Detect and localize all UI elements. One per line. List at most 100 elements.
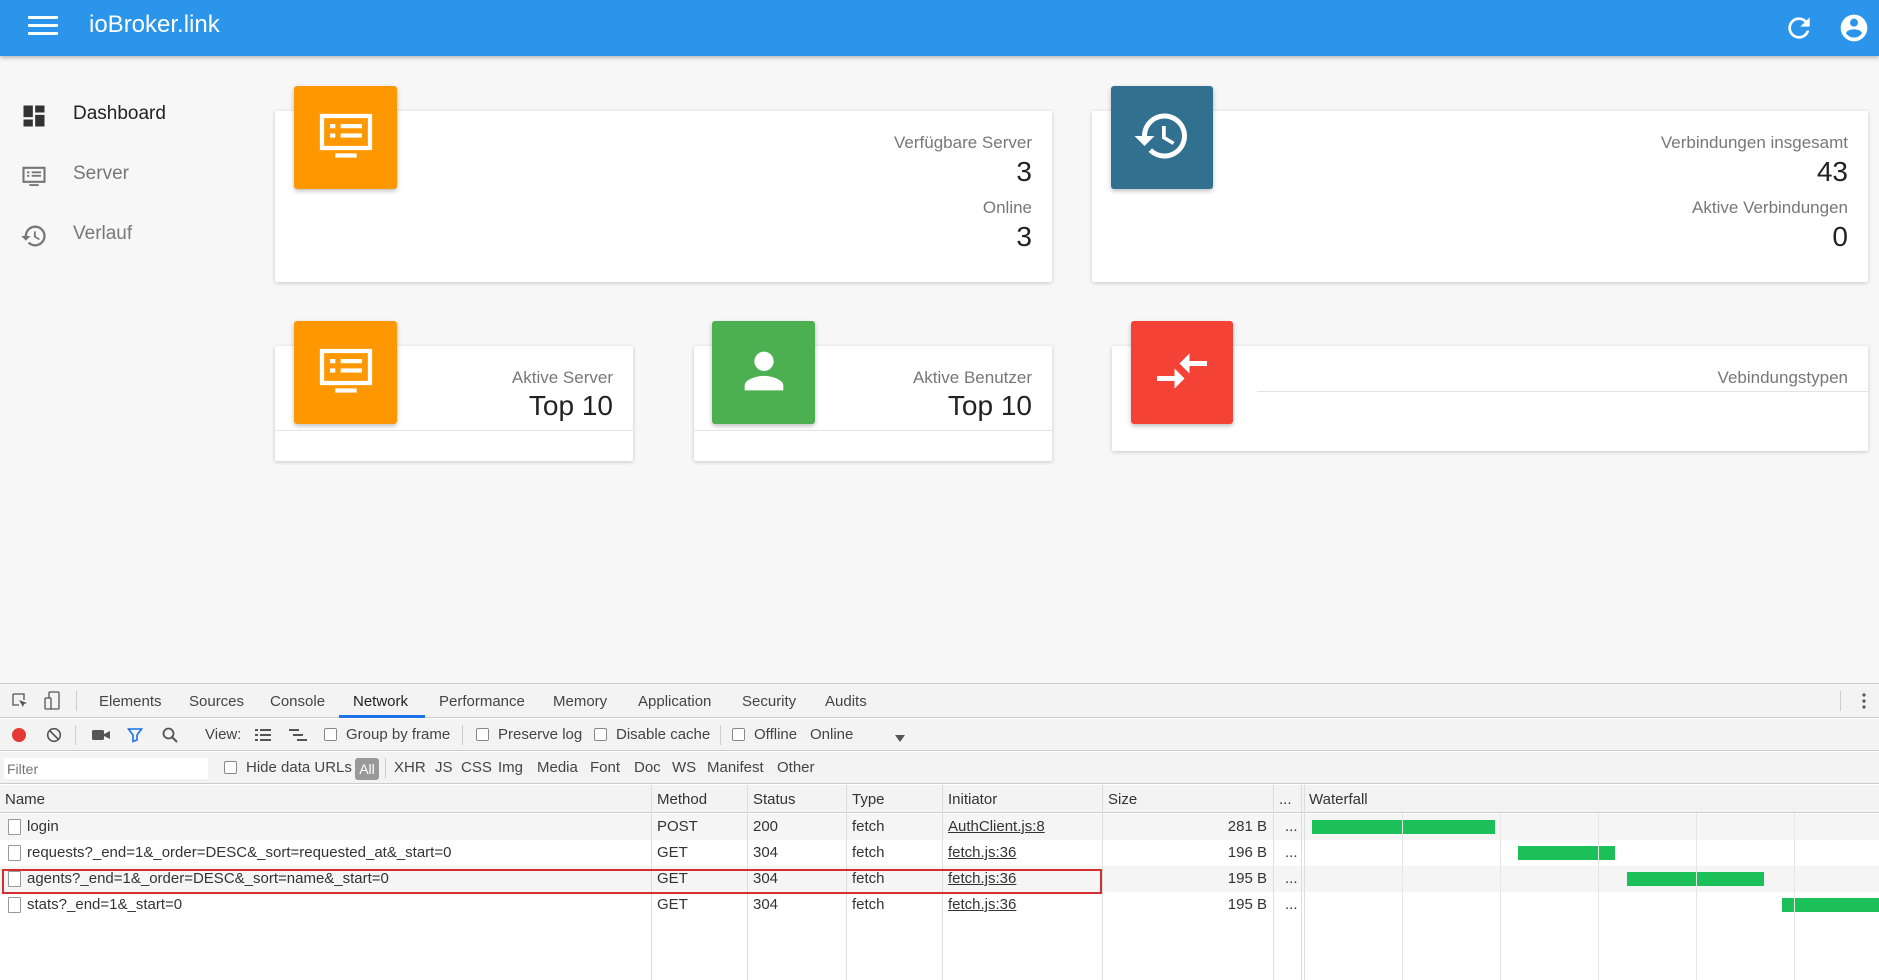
active-connections-label: Aktive Verbindungen	[1692, 198, 1848, 217]
filter-type-other[interactable]: Other	[777, 759, 815, 776]
history-icon	[1132, 106, 1192, 170]
person-icon	[735, 342, 793, 404]
clear-icon[interactable]	[46, 727, 62, 747]
total-connections-label: Verbindungen insgesamt	[1660, 133, 1848, 152]
filter-type-manifest[interactable]: Manifest	[707, 759, 764, 776]
filter-type-img[interactable]: Img	[498, 759, 523, 776]
devtools-tab-bar: Elements Sources Console Network Perform…	[0, 684, 1879, 718]
column-header-more[interactable]: ...	[1279, 791, 1292, 808]
network-toolbar: View: Group by frame Preserve log Disabl…	[0, 719, 1879, 751]
divider	[720, 725, 721, 745]
cell-initiator[interactable]: AuthClient.js:8	[948, 818, 1045, 835]
column-header-initiator[interactable]: Initiator	[948, 791, 997, 808]
filter-type-ws[interactable]: WS	[672, 759, 696, 776]
column-divider	[651, 785, 652, 980]
throttling-select[interactable]: Online	[810, 722, 910, 746]
sidebar-item-dashboard[interactable]: Dashboard	[0, 89, 250, 141]
tab-sources[interactable]: Sources	[189, 693, 244, 710]
column-divider	[747, 785, 748, 980]
device-toolbar-icon[interactable]	[44, 691, 62, 715]
column-header-waterfall[interactable]: Waterfall	[1309, 791, 1368, 808]
cell-type: fetch	[852, 818, 885, 835]
cell-status: 304	[753, 870, 779, 887]
tab-network[interactable]: Network	[353, 693, 408, 710]
document-icon	[8, 897, 21, 913]
screenshot-icon[interactable]	[92, 728, 110, 746]
filter-type-all[interactable]: All	[355, 758, 379, 780]
waterfall-bar	[1781, 898, 1879, 912]
available-servers-value: 3	[1016, 156, 1032, 187]
active-servers-value: Top 10	[528, 390, 613, 421]
refresh-icon[interactable]	[1783, 12, 1815, 44]
cell-initiator[interactable]: fetch.js:36	[948, 870, 1016, 887]
divider	[1840, 691, 1841, 711]
sidebar-item-label: Verlauf	[73, 223, 133, 244]
disable-cache-checkbox[interactable]	[594, 728, 607, 741]
filter-type-css[interactable]: CSS	[461, 759, 492, 776]
menu-icon[interactable]	[28, 16, 58, 40]
account-icon[interactable]	[1838, 12, 1870, 44]
group-by-frame-checkbox[interactable]	[324, 728, 337, 741]
tab-memory[interactable]: Memory	[553, 693, 607, 710]
group-by-frame-label: Group by frame	[346, 726, 451, 743]
cell-name: requests?_end=1&_order=DESC&_sort=reques…	[27, 844, 452, 861]
sidebar-item-server[interactable]: Server	[0, 149, 250, 201]
card-divider	[1257, 391, 1868, 392]
filter-type-doc[interactable]: Doc	[634, 759, 661, 776]
record-icon[interactable]	[11, 727, 27, 747]
hide-data-urls-checkbox[interactable]	[224, 761, 237, 774]
total-connections-value: 43	[1816, 156, 1848, 187]
column-header-method[interactable]: Method	[657, 791, 707, 808]
cell-initiator[interactable]: fetch.js:36	[948, 896, 1016, 913]
cell-initiator[interactable]: fetch.js:36	[948, 844, 1016, 861]
column-divider	[846, 785, 847, 980]
cell-name: stats?_end=1&_start=0	[27, 896, 183, 913]
tab-console[interactable]: Console	[270, 693, 325, 710]
column-header-status[interactable]: Status	[753, 791, 796, 808]
more-options-icon[interactable]	[1861, 692, 1867, 714]
tab-security[interactable]: Security	[742, 693, 796, 710]
cell-name: login	[27, 818, 59, 835]
active-users-label: Aktive Benutzer	[912, 368, 1032, 387]
inspect-element-icon[interactable]	[11, 692, 29, 714]
search-icon[interactable]	[162, 727, 178, 747]
large-rows-icon[interactable]	[255, 728, 271, 746]
cell-size: 195 B	[1227, 896, 1267, 913]
column-header-size[interactable]: Size	[1108, 791, 1137, 808]
cell-type: fetch	[852, 844, 885, 861]
cell-more: ...	[1285, 844, 1298, 861]
cell-method: GET	[657, 844, 688, 861]
server-icon	[314, 104, 378, 172]
app-title: ioBroker.link	[89, 11, 220, 38]
cell-more: ...	[1285, 818, 1298, 835]
sidebar-item-verlauf[interactable]: Verlauf	[0, 209, 250, 261]
filter-type-media[interactable]: Media	[537, 759, 578, 776]
offline-checkbox[interactable]	[732, 728, 745, 741]
filter-type-font[interactable]: Font	[590, 759, 620, 776]
overview-icon[interactable]	[289, 728, 307, 746]
tab-audits[interactable]: Audits	[825, 693, 867, 710]
online-servers-label: Online	[982, 198, 1032, 217]
filter-bar: Hide data URLs All XHR JS CSS Img Media …	[0, 752, 1879, 784]
preserve-log-checkbox[interactable]	[476, 728, 489, 741]
document-icon	[8, 845, 21, 861]
tab-performance[interactable]: Performance	[439, 693, 525, 710]
waterfall-gridline	[1696, 813, 1697, 980]
column-header-name[interactable]: Name	[5, 791, 45, 808]
filter-icon[interactable]	[126, 727, 144, 747]
tab-application[interactable]: Application	[638, 693, 711, 710]
filter-input[interactable]	[4, 758, 208, 779]
connection-types-tile	[1131, 321, 1233, 424]
sidebar-item-label: Dashboard	[73, 103, 166, 124]
column-divider	[1304, 785, 1305, 980]
filter-type-js[interactable]: JS	[435, 759, 453, 776]
server-icon	[20, 162, 48, 190]
column-header-type[interactable]: Type	[852, 791, 885, 808]
network-table: Name Method Status Type Initiator Size .…	[0, 785, 1879, 980]
servers-tile	[294, 86, 397, 189]
filter-type-xhr[interactable]: XHR	[394, 759, 426, 776]
tab-elements[interactable]: Elements	[99, 693, 162, 710]
cell-type: fetch	[852, 896, 885, 913]
document-icon	[8, 871, 21, 887]
throttling-value: Online	[810, 726, 854, 743]
